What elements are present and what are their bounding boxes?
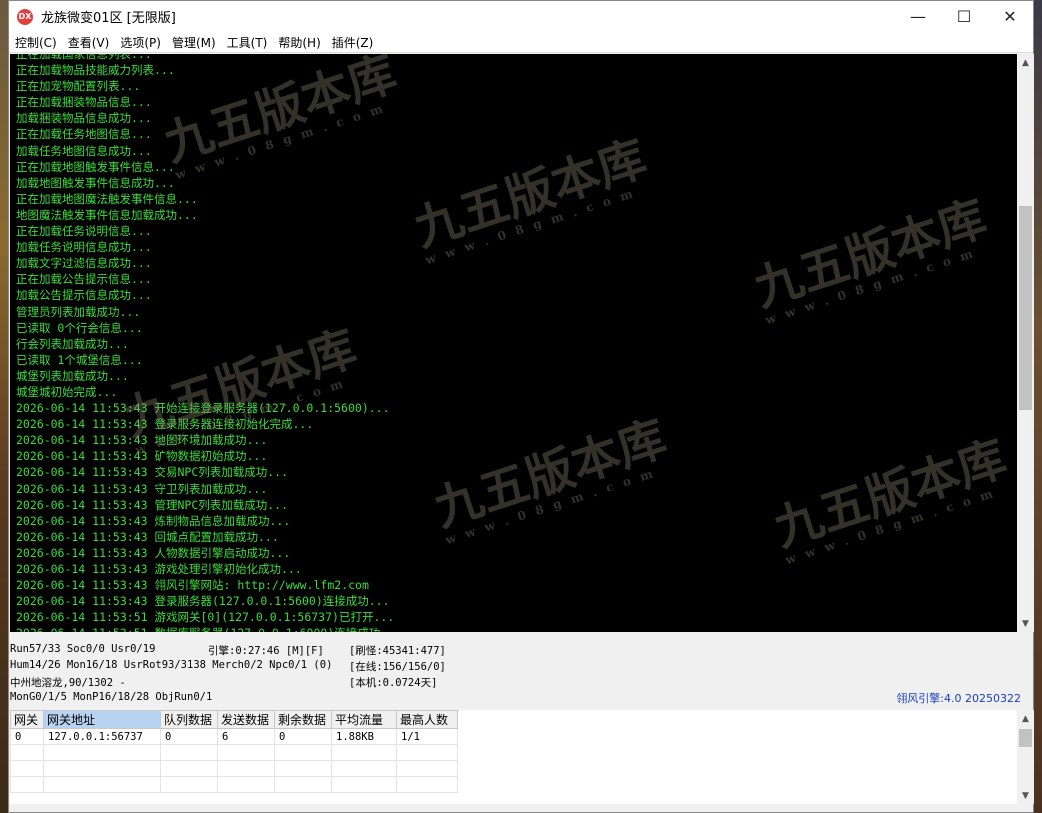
col-gateway[interactable]: 网关 — [10, 710, 44, 729]
log-line: 加载公告提示信息成功... — [16, 288, 152, 303]
log-line: 2026-06-14 11:53:43 管理NPC列表加载成功... — [16, 497, 289, 512]
log-line: 行会列表加载成功... — [16, 336, 129, 351]
status-mong: MonG0/1/5 MonP16/18/28 ObjRun0/1 — [10, 691, 213, 703]
log-line: 2026-06-14 11:53:43 守卫列表加载成功... — [16, 481, 268, 496]
log-line: 加载任务地图信息成功... — [16, 143, 152, 158]
log-line: 2026-06-14 11:53:43 交易NPC列表加载成功... — [16, 465, 289, 480]
log-line: 2026-06-14 11:53:51 游戏网关[0](127.0.0.1:56… — [16, 610, 395, 625]
menu-view[interactable]: 查看(V) — [68, 34, 117, 51]
maximize-button[interactable]: ☐ — [941, 1, 987, 32]
log-line: 正在加载国家信息列表... — [16, 54, 152, 61]
log-line: 地图魔法触发事件信息加载成功... — [16, 207, 198, 222]
console-scrollbar[interactable]: ▲ ▼ — [1017, 54, 1034, 632]
watermark: 九五版本库 w w w . 0 8 g m . c o m — [747, 190, 994, 328]
log-line: 正在加载公告提示信息... — [16, 272, 152, 287]
status-local: [本机:0.0724天] — [349, 677, 438, 689]
grid-scrollbar[interactable]: ▲ ▼ — [1017, 710, 1034, 804]
status-map: 中州地溶龙,90/1302 - — [10, 677, 126, 689]
menu-manage[interactable]: 管理(M) — [172, 34, 223, 51]
log-line: 城堡列表加载成功... — [16, 368, 129, 383]
log-line: 2026-06-14 11:53:51 数据库服务器(127.0.0.1:600… — [16, 625, 401, 632]
table-row-empty[interactable] — [10, 760, 458, 777]
table-row[interactable]: 0 127.0.0.1:56737 0 6 0 1.88KB 1/1 — [10, 728, 458, 745]
minimize-button[interactable]: — — [895, 1, 941, 32]
status-hum: Hum14/26 Mon16/18 UsrRot93/3138 Merch0/2… — [10, 659, 333, 671]
log-line: 正在加载任务地图信息... — [16, 127, 152, 142]
log-line: 2026-06-14 11:53:43 开始连接登录服务器(127.0.0.1:… — [16, 401, 390, 416]
log-line: 2026-06-14 11:53:43 地图环境加载成功... — [16, 433, 268, 448]
log-line: 正在加载物品技能威力列表... — [16, 63, 175, 78]
col-gateway-address[interactable]: 网关地址 — [43, 710, 161, 729]
grid-scroll-thumb[interactable] — [1019, 729, 1032, 747]
menu-help[interactable]: 帮助(H) — [278, 34, 327, 51]
log-line: 正在加载任务说明信息... — [16, 224, 152, 239]
scroll-down-icon[interactable]: ▼ — [1017, 787, 1034, 804]
background-window-edge-right — [1034, 0, 1042, 813]
col-send-data[interactable]: 发送数据 — [217, 710, 275, 729]
status-run: Run57/33 Soc0/0 Usr0/19 — [10, 643, 156, 655]
status-engine-time: 引擎:0:27:46 [M][F] — [208, 645, 324, 657]
log-line: 加载任务说明信息成功... — [16, 240, 152, 255]
log-line: 管理员列表加载成功... — [16, 304, 141, 319]
col-avg-traffic[interactable]: 平均流量 — [331, 710, 397, 729]
engine-version: 翎风引擎:4.0 20250322 — [896, 692, 1021, 705]
window-title: 龙族微变01区 [无限版] — [41, 11, 176, 26]
cell-queue-data: 0 — [160, 728, 218, 745]
scroll-up-icon[interactable]: ▲ — [1017, 54, 1034, 71]
status-monster: [刷怪:45341:477] — [349, 645, 446, 657]
menu-bar: 控制(C) 查看(V) 选项(P) 管理(M) 工具(T) 帮助(H) 插件(Z… — [9, 32, 1033, 53]
menu-options[interactable]: 选项(P) — [120, 34, 168, 51]
menu-plugins[interactable]: 插件(Z) — [332, 34, 381, 51]
log-line: 加载文字过滤信息成功... — [16, 256, 152, 271]
cell-max-users: 1/1 — [396, 728, 458, 745]
log-console[interactable]: 正在加载国家信息列表... 正在加载物品技能威力列表... 正在加宠物配置列表...… — [10, 54, 1017, 632]
watermark: 九五版本库 w w w . 0 8 g m . c o m — [427, 410, 674, 548]
cell-gateway: 0 — [10, 728, 44, 745]
log-line: 正在加载地图魔法触发事件信息... — [16, 191, 198, 206]
log-line: 正在加宠物配置列表... — [16, 79, 141, 94]
col-remaining-data[interactable]: 剩余数据 — [274, 710, 332, 729]
cell-remaining-data: 0 — [274, 728, 332, 745]
table-row-empty[interactable] — [10, 744, 458, 761]
log-line: 2026-06-14 11:53:43 人物数据引擎启动成功... — [16, 545, 291, 560]
log-line: 加载地图触发事件信息成功... — [16, 175, 175, 190]
cell-avg-traffic: 1.88KB — [331, 728, 397, 745]
log-line: 2026-06-14 11:53:43 矿物数据初始成功... — [16, 449, 268, 464]
watermark: 九五版本库 w w w . 0 8 g m . c o m — [767, 430, 1014, 568]
gateway-table: 网关 网关地址 队列数据 发送数据 剩余数据 平均流量 最高人数 0 127.0… — [10, 710, 458, 793]
log-line: 城堡城初始完成... — [16, 384, 118, 399]
close-button[interactable]: ✕ — [987, 1, 1033, 32]
cell-gateway-address: 127.0.0.1:56737 — [43, 728, 161, 745]
scroll-thumb[interactable] — [1019, 206, 1032, 410]
col-queue-data[interactable]: 队列数据 — [160, 710, 218, 729]
log-line: 正在加载捆装物品信息... — [16, 95, 152, 110]
cell-send-data: 6 — [217, 728, 275, 745]
log-line: 加载捆装物品信息成功... — [16, 111, 152, 126]
log-line: 2026-06-14 11:53:43 炼制物品信息加载成功... — [16, 513, 291, 528]
log-line: 2026-06-14 11:53:43 登录服务器连接初始化完成... — [16, 417, 314, 432]
table-header-row: 网关 网关地址 队列数据 发送数据 剩余数据 平均流量 最高人数 — [10, 710, 458, 729]
watermark: 九五版本库 w w w . 0 8 g m . c o m — [407, 130, 654, 268]
log-line: 2026-06-14 11:53:43 游戏处理引擎初始化成功... — [16, 562, 302, 576]
log-line: 2026-06-14 11:53:43 登录服务器(127.0.0.1:5600… — [16, 594, 390, 609]
gateway-grid[interactable]: 网关 网关地址 队列数据 发送数据 剩余数据 平均流量 最高人数 0 127.0… — [10, 710, 1017, 804]
title-bar[interactable]: DX 龙族微变01区 [无限版] — ☐ ✕ — [9, 1, 1033, 32]
log-line: 已读取 0个行会信息... — [16, 320, 143, 335]
scroll-up-icon[interactable]: ▲ — [1017, 710, 1034, 727]
log-line: 正在加载地图触发事件信息... — [16, 159, 175, 174]
col-max-users[interactable]: 最高人数 — [396, 710, 458, 729]
log-line: 2026-06-14 11:53:43 翎风引擎网站: http://www.l… — [16, 578, 369, 593]
app-icon[interactable]: DX — [17, 8, 33, 25]
status-online: [在线:156/156/0] — [349, 661, 446, 673]
scroll-down-icon[interactable]: ▼ — [1017, 615, 1034, 632]
menu-tools[interactable]: 工具(T) — [227, 34, 275, 51]
log-lines: 正在加载国家信息列表... 正在加载物品技能威力列表... 正在加宠物配置列表...… — [16, 54, 401, 632]
table-row-empty[interactable] — [10, 776, 458, 793]
menu-control[interactable]: 控制(C) — [15, 34, 64, 51]
server-window: DX 龙族微变01区 [无限版] — ☐ ✕ 控制(C) 查看(V) 选项(P)… — [8, 0, 1034, 813]
log-line: 已读取 1个城堡信息... — [16, 352, 143, 367]
log-line: 2026-06-14 11:53:43 回城点配置加载成功... — [16, 529, 279, 544]
status-panel: Run57/33 Soc0/0 Usr0/19 引擎:0:27:46 [M][F… — [10, 634, 1033, 709]
